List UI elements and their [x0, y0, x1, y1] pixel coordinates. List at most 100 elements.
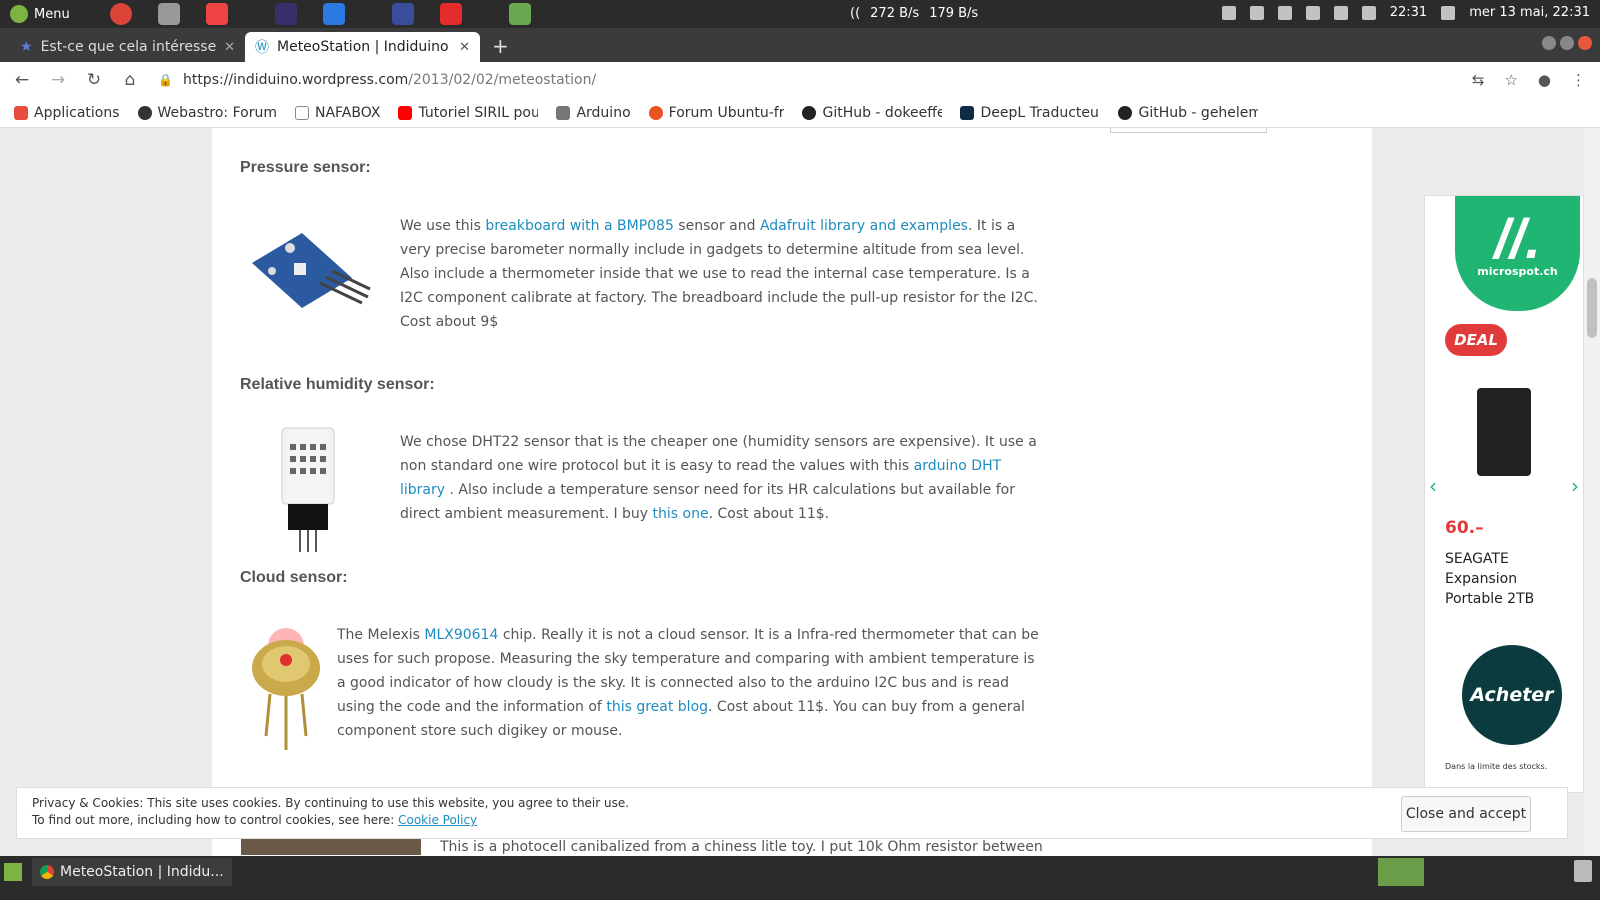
im-launcher-icon[interactable]	[439, 3, 462, 25]
network-speed: (( 272 B/s 179 B/s	[850, 6, 978, 21]
chrome-icon	[40, 865, 54, 879]
browser-tab-bar: ★ Est-ce que cela intéresse ✕ Ⓦ MeteoSta…	[0, 28, 1600, 62]
page-icon	[294, 105, 309, 120]
cloud-heading: Cloud sensor:	[240, 569, 348, 586]
show-desktop-icon[interactable]	[4, 863, 22, 881]
pressure-heading: Pressure sensor:	[240, 159, 371, 176]
astro-launcher-icon[interactable]	[274, 3, 297, 25]
clock-time[interactable]: 22:31	[1390, 5, 1427, 20]
fg-launcher-icon[interactable]	[205, 3, 228, 25]
close-tab-icon[interactable]: ✕	[459, 40, 470, 55]
tab-title: MeteoStation | Indiduino	[277, 39, 449, 55]
deal-badge: DEAL	[1445, 324, 1507, 356]
bookmarks-bar: Applications Webastro: Forum NAFABOX Tut…	[0, 98, 1600, 128]
reload-icon[interactable]: ↻	[86, 70, 102, 90]
this-one-link[interactable]: this one	[653, 506, 709, 522]
ad-prev-arrow-icon[interactable]: ‹	[1429, 474, 1437, 498]
photocell-paragraph: This is a photocell canibalized from a c…	[440, 839, 1043, 855]
adafruit-library-link[interactable]: Adafruit library and examples	[760, 218, 968, 234]
bookmark-webastro[interactable]: Webastro: Forum	[137, 105, 277, 121]
telescope-launcher-icon[interactable]	[157, 3, 180, 25]
address-bar[interactable]: 🔒 https://indiduino.wordpress.com/2013/0…	[158, 72, 1452, 88]
humidity-paragraph: We chose DHT22 sensor that is the cheape…	[400, 434, 1037, 522]
mlx90614-sensor-image	[252, 628, 320, 750]
menu-label: Menu	[34, 6, 70, 22]
new-tab-icon[interactable]: +	[480, 34, 521, 62]
web-page: Pressure sensor: We use this breakboard …	[0, 128, 1584, 872]
page-scrollbar[interactable]	[1584, 128, 1600, 872]
tab-est-ce-que[interactable]: ★ Est-ce que cela intéresse ✕	[10, 32, 245, 62]
taskbar-window-meteostation[interactable]: MeteoStation | Indidu...	[32, 858, 232, 886]
url-host: https://indiduino.wordpress.com	[182, 72, 409, 88]
tab-meteostation[interactable]: Ⓦ MeteoStation | Indiduino ✕	[245, 32, 480, 62]
trash-icon[interactable]	[1574, 860, 1592, 882]
browser-toolbar: ← → ↻ ⌂ 🔒 https://indiduino.wordpress.co…	[0, 62, 1600, 98]
cookie-text-line1: Privacy & Cookies: This site uses cookie…	[32, 796, 630, 810]
files-launcher-icon[interactable]	[508, 3, 531, 25]
bookmark-github-dokeeffe[interactable]: GitHub - dokeeffe	[802, 105, 942, 121]
profile-avatar-icon[interactable]: ●	[1538, 71, 1551, 89]
battery-icon[interactable]	[1333, 5, 1348, 20]
dht22-sensor-image	[281, 427, 335, 552]
volume-icon[interactable]	[1361, 5, 1376, 20]
bookmark-star-icon[interactable]: ☆	[1504, 71, 1517, 89]
cookie-policy-link[interactable]: Cookie Policy	[398, 813, 477, 827]
bmp085-board-image	[252, 233, 371, 308]
settings-gear-icon[interactable]	[1441, 5, 1456, 20]
great-blog-link[interactable]: this great blog	[606, 699, 708, 715]
bookmark-nafabox[interactable]: NAFABOX	[294, 105, 380, 121]
article-content: Pressure sensor: We use this breakboard …	[212, 128, 1372, 872]
system-tray: 22:31 mer 13 mai, 22:31	[1221, 5, 1590, 20]
cookie-text-line2: To find out more, including how to contr…	[32, 813, 478, 827]
bookmark-github-gehelem[interactable]: GitHub - gehelem	[1118, 105, 1258, 121]
bookmark-deepl[interactable]: DeepL Traducteur	[960, 105, 1100, 121]
stellarium-launcher-icon[interactable]	[391, 3, 414, 25]
ad-frame-top	[1110, 128, 1267, 133]
mlx90614-link[interactable]: MLX90614	[424, 627, 498, 643]
translate-icon[interactable]: ⇆	[1472, 71, 1485, 89]
folder-icon	[556, 105, 571, 120]
bmp085-link[interactable]: breakboard with a BMP085	[485, 218, 674, 234]
bookmark-arduino[interactable]: Arduino	[556, 105, 631, 121]
youtube-icon	[398, 105, 413, 120]
lock-icon[interactable]: 🔒	[158, 73, 173, 87]
apps-grid-icon	[14, 105, 28, 120]
ad-next-arrow-icon[interactable]: ›	[1571, 474, 1579, 498]
forward-arrow-icon[interactable]: →	[50, 70, 66, 90]
cloud-paragraph: The Melexis MLX90614 chip. Really it is …	[337, 627, 1039, 739]
wordpress-favicon-icon: Ⓦ	[255, 40, 269, 56]
maximize-icon[interactable]	[1560, 36, 1574, 50]
scrollbar-thumb[interactable]	[1587, 278, 1597, 338]
notification-bell-icon[interactable]	[1221, 5, 1236, 20]
back-arrow-icon[interactable]: ←	[14, 70, 30, 90]
microspot-logo: //. microspot.ch	[1455, 196, 1580, 311]
system-panel: Menu (( 272 B/s 179 B/s 22:31 mer 13 mai…	[0, 0, 1600, 28]
chrome-launcher-icon[interactable]	[109, 3, 132, 25]
bookmark-ubuntu-forum[interactable]: Forum Ubuntu-fr	[648, 105, 784, 121]
keyboard-layout-icon[interactable]	[1277, 5, 1292, 20]
bookmark-applications[interactable]: Applications	[14, 105, 120, 121]
wifi-icon: ((	[850, 6, 861, 21]
clock-date[interactable]: mer 13 mai, 22:31	[1469, 5, 1590, 20]
window-controls	[1542, 36, 1592, 50]
taskbar: MeteoStation | Indidu...	[0, 856, 1600, 900]
ad-buy-button[interactable]: Acheter	[1462, 645, 1562, 745]
advertisement-banner[interactable]: ▷✕ //. microspot.ch DEAL ‹ › 60.– SEAGAT…	[1424, 195, 1584, 793]
deepl-icon	[960, 105, 975, 120]
close-window-icon[interactable]	[1578, 36, 1592, 50]
bookmark-siril[interactable]: Tutoriel SIRIL pour	[398, 105, 538, 121]
star-favicon-icon: ★	[20, 39, 33, 55]
bluetooth-icon[interactable]	[1249, 5, 1264, 20]
github-icon	[802, 105, 817, 120]
network-icon[interactable]	[1305, 5, 1320, 20]
workspace-switcher[interactable]	[1378, 858, 1424, 886]
messenger-launcher-icon[interactable]	[322, 3, 345, 25]
humidity-heading: Relative humidity sensor:	[240, 376, 435, 393]
kebab-menu-icon[interactable]: ⋮	[1571, 71, 1586, 89]
tab-title: Est-ce que cela intéresse	[40, 39, 217, 55]
home-icon[interactable]: ⌂	[122, 70, 138, 90]
start-menu-button[interactable]: Menu	[0, 5, 80, 23]
close-and-accept-button[interactable]: Close and accept	[1401, 796, 1531, 832]
close-tab-icon[interactable]: ✕	[224, 40, 235, 55]
minimize-icon[interactable]	[1542, 36, 1556, 50]
